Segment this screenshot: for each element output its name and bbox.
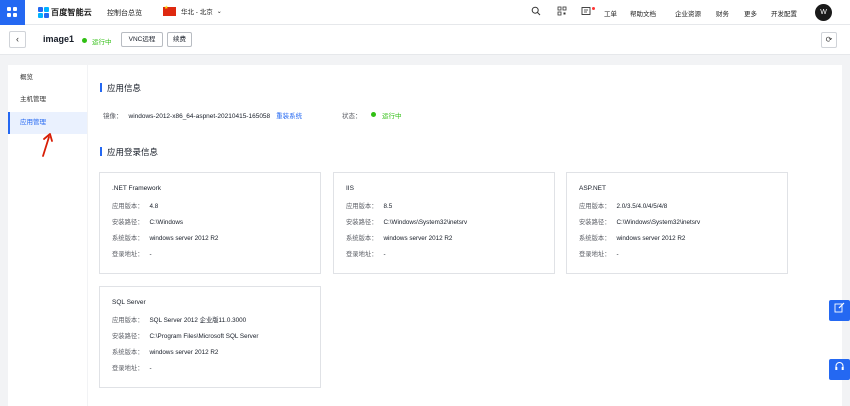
card-os-row: 系统版本： windows server 2012 R2 [112,349,219,356]
card-version-row: 应用版本： 2.0/3.5/4.0/4/5/4/8 [579,203,668,210]
china-flag-icon [163,5,176,16]
card-path-row: 安装路径： C:\Program Files\Microsoft SQL Serv… [112,333,259,340]
sidebar-item-label: 主机管理 [20,96,46,103]
sidebar-item-app-management[interactable]: 应用管理 [8,112,87,134]
instance-header: ‹ image1 运行中 VNC远程 续费 ⟳ [0,25,850,55]
sidebar-item-label: 概览 [20,74,33,81]
state-dot-icon [371,112,376,117]
sidebar: 概览 主机管理 应用管理 [8,65,87,406]
search-icon[interactable] [530,6,541,17]
baidu-cloud-logo[interactable]: 百度智能云 [38,7,92,18]
image-label: 镜像： [103,113,123,120]
state-label: 状态： [342,113,362,120]
status-dot-icon [82,38,87,43]
state-value: 运行中 [382,113,402,120]
top-navigation-bar: 百度智能云 控制台总览 华北 - 北京 ⌄ 工单 帮助文档 企业资源 财务 更多… [0,0,850,25]
chevron-left-icon: ‹ [16,34,19,44]
card-path-row: 安装路径： C:\Windows [112,219,184,226]
more-link[interactable]: 更多 [744,8,757,18]
message-icon[interactable] [580,6,591,17]
reinstall-system-link[interactable]: 重装系统 [276,113,302,120]
region-selector[interactable]: 华北 - 北京 ⌄ [163,5,222,16]
console-overview-link[interactable]: 控制台总览 [107,8,142,18]
image-value: windows-2012-x86_64-aspnet-20210415-1650… [128,113,271,120]
sidebar-item-host-management[interactable]: 主机管理 [8,89,87,111]
card-title: SQL Server [112,299,146,306]
help-docs-link[interactable]: 帮助文档 [630,8,656,18]
headset-icon [835,362,844,370]
vnc-remote-button[interactable]: VNC远程 [121,32,163,47]
renew-button[interactable]: 续费 [167,32,192,47]
card-os-row: 系统版本： windows server 2012 R2 [112,235,219,242]
logo-text: 百度智能云 [51,8,92,17]
instance-status: 运行中 [92,39,112,46]
edit-icon [834,302,845,313]
notification-dot [592,7,595,10]
qrcode-icon[interactable] [556,6,567,17]
card-path-row: 安装路径： C:\Windows\System32\inetsrv [579,219,701,226]
enterprise-resources-link[interactable]: 企业资源 [675,8,701,18]
refresh-button[interactable]: ⟳ [821,32,837,48]
user-avatar[interactable]: W [815,4,832,21]
customer-service-button[interactable] [829,359,850,380]
sidebar-item-overview[interactable]: 概览 [8,67,87,89]
login-info-title: 应用登录信息 [100,146,158,158]
apps-grid-icon[interactable] [0,0,25,25]
card-login-row: 登录地址： - [346,251,386,258]
app-card-iis: IIS 应用版本： 8.5 安装路径： C:\Windows\System32\in… [333,172,555,274]
card-version-row: 应用版本： 4.8 [112,203,159,210]
instance-name: image1 [43,34,75,44]
card-path-row: 安装路径： C:\Windows\System32\inetsrv [346,219,468,226]
developer-config-link[interactable]: 开发配置 [771,8,797,18]
card-login-row: 登录地址： - [579,251,619,258]
app-info-title: 应用信息 [100,82,141,94]
back-button[interactable]: ‹ [9,31,26,48]
card-os-row: 系统版本： windows server 2012 R2 [346,235,453,242]
annotation-arrow-icon [42,133,53,157]
card-title: ASP.NET [579,185,606,192]
app-card-aspnet: ASP.NET 应用版本： 2.0/3.5/4.0/4/5/4/8 安装路径： C:… [566,172,788,274]
card-login-row: 登录地址： - [112,251,152,258]
app-card-dotnet: .NET Framework 应用版本： 4.8 安装路径： C:\Windows … [99,172,321,274]
card-version-row: 应用版本： 8.5 [346,203,393,210]
card-os-row: 系统版本： windows server 2012 R2 [579,235,686,242]
feedback-edit-button[interactable] [829,300,850,321]
refresh-icon: ⟳ [825,35,833,44]
card-login-row: 登录地址： - [112,365,152,372]
chevron-down-icon: ⌄ [216,8,222,15]
card-title: IIS [346,185,354,192]
logo-mark-icon [38,7,49,18]
sidebar-item-label: 应用管理 [20,119,46,126]
card-version-row: 应用版本： SQL Server 2012 企业版11.0.3000 [112,317,247,324]
app-card-sqlserver: SQL Server 应用版本： SQL Server 2012 企业版11.0.… [99,286,321,388]
main-content: 应用信息 镜像： windows-2012-x86_64-aspnet-20210… [88,65,842,406]
ticket-link[interactable]: 工单 [604,8,617,18]
image-info: 镜像： windows-2012-x86_64-aspnet-20210415-1… [103,110,302,120]
finance-link[interactable]: 财务 [716,8,729,18]
card-title: .NET Framework [112,185,161,192]
region-label: 华北 - 北京 [181,9,213,16]
